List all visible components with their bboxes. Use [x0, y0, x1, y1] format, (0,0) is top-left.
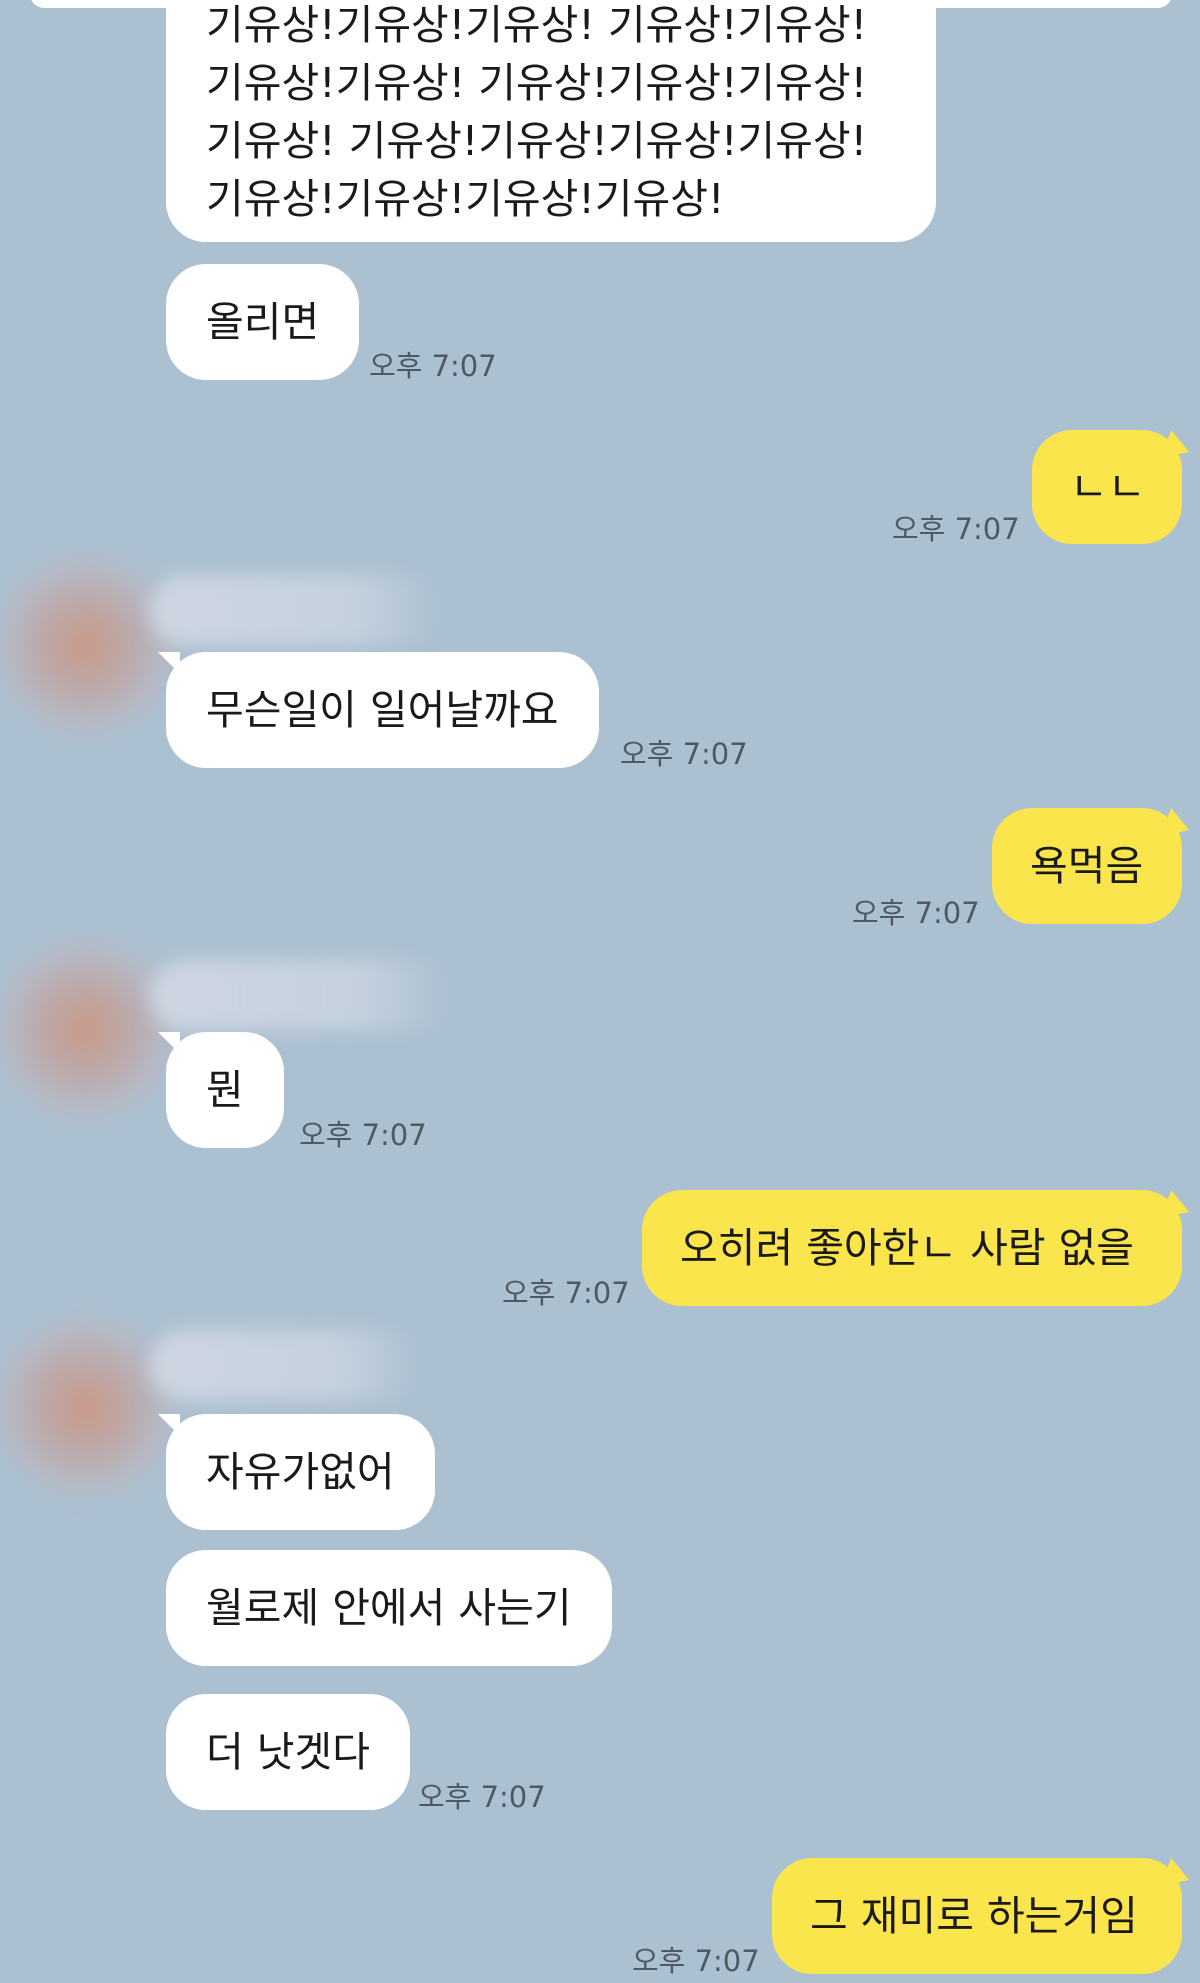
- sent-message-bubble[interactable]: 오히려 좋아한ㄴ 사람 없을: [642, 1190, 1182, 1306]
- sender-avatar[interactable]: [0, 550, 180, 740]
- sent-message-bubble[interactable]: ㄴㄴ: [1032, 430, 1182, 544]
- message-text: ㄴㄴ: [1070, 463, 1146, 511]
- sender-name-blurred: [150, 575, 440, 645]
- message-line: 기유상!기유상! 기유상!기유상!기유상!: [206, 59, 868, 107]
- received-message-bubble[interactable]: 월로제 안에서 사는기: [166, 1550, 612, 1666]
- received-message-bubble[interactable]: 자유가없어: [158, 1414, 435, 1530]
- message-timestamp: 오후 7:07: [369, 349, 497, 383]
- message-timestamp: 오후 7:07: [620, 737, 748, 771]
- sender-name-blurred: [150, 960, 450, 1030]
- received-message-bubble[interactable]: 올리면: [166, 264, 360, 380]
- message-text: 오히려 좋아한ㄴ 사람 없을: [680, 1224, 1135, 1272]
- message-text: 더 낫겟다: [206, 1728, 370, 1776]
- message-line: 기유상! 기유상!기유상!기유상!기유상!: [206, 117, 868, 165]
- received-message-bubble[interactable]: 기유상!기유상!기유상! 기유상!기유상! 기유상!기유상! 기유상!기유상!기…: [166, 0, 936, 242]
- received-message-bubble[interactable]: 더 낫겟다: [166, 1694, 410, 1810]
- sent-message-bubble[interactable]: 그 재미로 하는거임: [772, 1858, 1182, 1974]
- message-text: 그 재미로 하는거임: [810, 1892, 1138, 1940]
- message-text: 올리면: [206, 298, 320, 346]
- message-timestamp: 오후 7:07: [502, 1276, 630, 1310]
- message-timestamp: 오후 7:07: [632, 1944, 760, 1978]
- message-line: 기유상!기유상!기유상!기유상!: [206, 175, 725, 223]
- message-timestamp: 오후 7:07: [852, 896, 980, 930]
- message-text: 뭔: [206, 1066, 244, 1114]
- message-line: 기유상!기유상!기유상! 기유상!기유상!: [206, 1, 868, 49]
- sent-message-bubble[interactable]: 욕먹음: [992, 808, 1182, 924]
- sender-avatar[interactable]: [0, 934, 180, 1124]
- received-message-bubble[interactable]: 뭔: [158, 1032, 284, 1148]
- message-text: 자유가없어: [206, 1448, 395, 1496]
- message-text: 무슨일이 일어날까요: [206, 686, 559, 734]
- message-timestamp: 오후 7:07: [299, 1118, 427, 1152]
- message-timestamp: 오후 7:07: [418, 1780, 546, 1814]
- message-text: 욕먹음: [1030, 842, 1144, 890]
- sender-name-blurred: [150, 1330, 420, 1400]
- chat-thread: 기유상!기유상!기유상! 기유상!기유상! 기유상!기유상! 기유상!기유상!기…: [0, 0, 1200, 1983]
- message-text: 월로제 안에서 사는기: [206, 1584, 572, 1632]
- received-message-bubble[interactable]: 무슨일이 일어날까요: [158, 652, 599, 768]
- sender-avatar[interactable]: [0, 1312, 180, 1502]
- message-timestamp: 오후 7:07: [892, 512, 1020, 546]
